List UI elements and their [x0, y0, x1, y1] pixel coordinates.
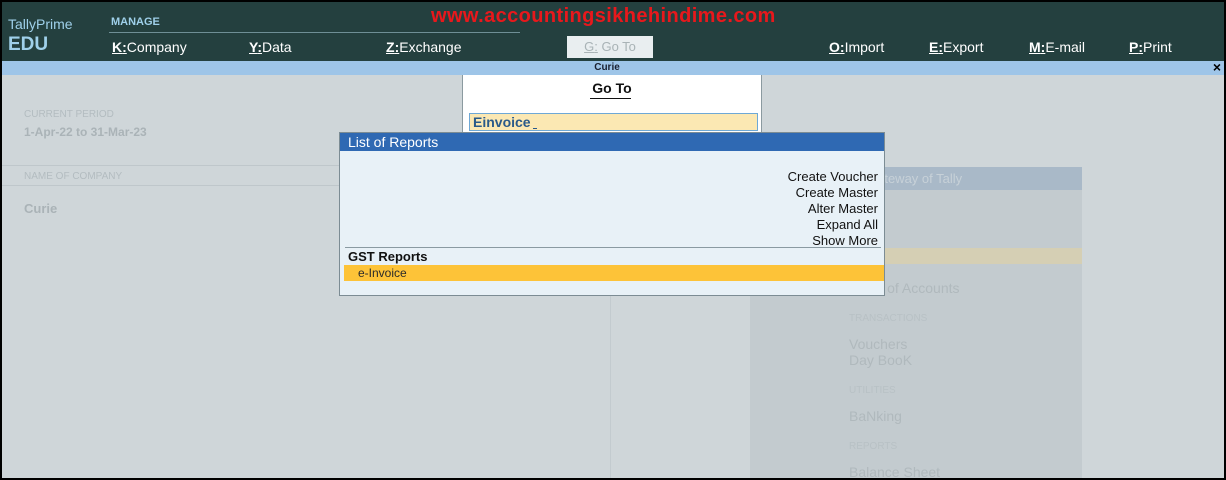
group-gst-reports: GST Reports [348, 249, 428, 264]
company-name-label: NAME OF COMPANY [24, 171, 123, 182]
manage-divider [109, 32, 520, 33]
text-caret [532, 128, 537, 129]
gateway-section-transactions: TRANSACTIONS [849, 313, 928, 324]
action-show-more[interactable]: Show More [812, 233, 878, 248]
top-bar: TallyPrime EDU MANAGE www.accountingsikh… [2, 2, 1224, 61]
action-alter-master[interactable]: Alter Master [808, 201, 878, 216]
shortcut-key: M [1029, 39, 1041, 55]
menu-print[interactable]: P:Print [1129, 39, 1172, 55]
list-of-reports-popup: List of Reports Create Voucher Create Ma… [339, 132, 885, 296]
menu-company[interactable]: K:Company [112, 39, 187, 55]
list-item-label: e-Invoice [358, 266, 407, 280]
list-header: List of Reports [340, 133, 884, 151]
menu-label: Print [1143, 39, 1172, 55]
shortcut-key: E [929, 39, 939, 55]
action-create-voucher[interactable]: Create Voucher [788, 169, 878, 184]
menu-label: Go To [601, 39, 636, 54]
menu-label: Export [943, 39, 984, 55]
gateway-section-reports: REPORTS [849, 441, 898, 452]
menu-label: E-mail [1045, 39, 1086, 55]
company-title-strip: Curie × [2, 59, 1224, 75]
list-item-selected[interactable]: e-Invoice [344, 265, 884, 281]
menu-label: Data [261, 39, 292, 55]
company-name-value[interactable]: Curie [24, 201, 57, 216]
shortcut-key: O [829, 39, 840, 55]
menu-email[interactable]: M:E-mail [1029, 39, 1085, 55]
shortcut-key: Z [386, 39, 395, 55]
goto-input-value: Einvoice [473, 114, 531, 130]
company-title: Curie [594, 62, 620, 73]
menu-label: Exchange [399, 39, 462, 55]
current-period-label: CURRENT PERIOD [24, 109, 114, 120]
current-period-value: 1-Apr-22 to 31-Mar-23 [24, 125, 147, 139]
shortcut-key: P [1129, 39, 1139, 55]
menu-label: Import [844, 39, 885, 55]
gateway-section-utilities: UTILITIES [849, 385, 896, 396]
tally-window: TallyPrime EDU MANAGE www.accountingsikh… [2, 2, 1224, 478]
menu-exchange[interactable]: Z:Exchange [386, 39, 462, 55]
gateway-item-balance-sheet[interactable]: Balance Sheet [849, 464, 940, 478]
group-divider [345, 247, 881, 248]
goto-title-underline [590, 98, 631, 99]
goto-title: Go To [592, 80, 632, 96]
close-icon[interactable]: × [1213, 59, 1221, 75]
product-name: TallyPrime [8, 16, 73, 32]
list-title: List of Reports [348, 134, 439, 150]
shortcut-key: G [584, 39, 595, 54]
menu-goto[interactable]: G: Go To [567, 36, 653, 58]
gateway-item-daybook[interactable]: Day BooK [849, 352, 912, 368]
goto-search-input[interactable]: Einvoice [469, 113, 758, 131]
goto-panel: Go To Einvoice [462, 75, 762, 138]
shortcut-key: K [112, 39, 123, 55]
action-create-master[interactable]: Create Master [796, 185, 878, 200]
menu-import[interactable]: O:Import [829, 39, 884, 55]
menu-label: Company [126, 39, 187, 55]
gateway-item-vouchers[interactable]: Vouchers [849, 336, 907, 352]
menu-export[interactable]: E:Export [929, 39, 983, 55]
action-expand-all[interactable]: Expand All [817, 217, 878, 232]
menu-data[interactable]: Y:Data [249, 39, 292, 55]
product-edition: EDU [8, 34, 49, 55]
watermark-url: www.accountingsikhehindime.com [431, 5, 776, 27]
manage-section-label: MANAGE [111, 16, 160, 28]
gateway-item-banking[interactable]: BaNking [849, 408, 902, 424]
